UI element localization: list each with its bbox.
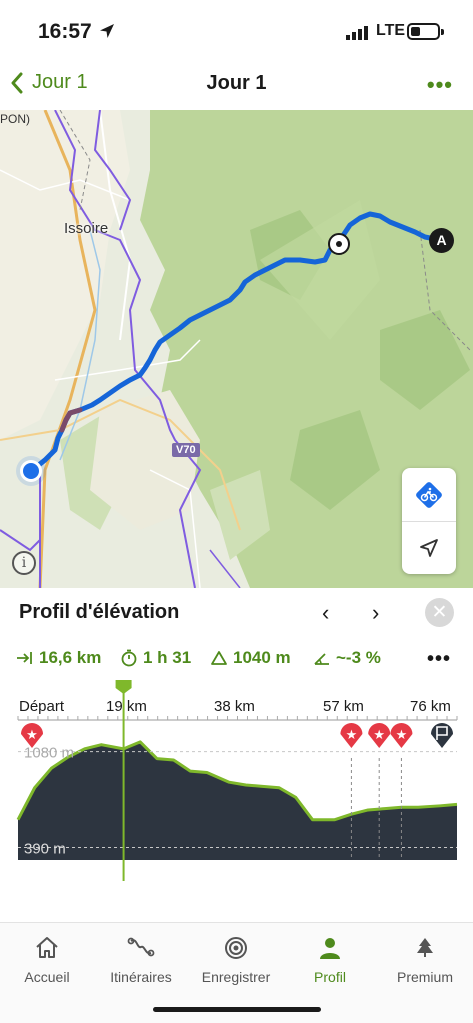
- bike-route-icon: [416, 481, 442, 508]
- map-controls: [402, 468, 456, 574]
- tab-label: Accueil: [24, 969, 70, 985]
- home-indicator: [153, 1007, 321, 1012]
- home-icon: [36, 937, 58, 958]
- poi-star-marker[interactable]: ★: [390, 723, 413, 748]
- profile-title: Profil d'élévation: [19, 601, 180, 623]
- map-label-town: Issoire: [64, 220, 109, 237]
- star-icon: ★: [26, 727, 38, 742]
- nav-bar: Jour 1 Jour 1 •••: [0, 60, 473, 110]
- status-time: 16:57: [38, 20, 92, 43]
- stopwatch-icon: [121, 649, 137, 667]
- bike-route-button[interactable]: [402, 468, 456, 521]
- status-bar: 16:57 LTE: [0, 0, 473, 60]
- record-icon: [225, 937, 247, 959]
- tab-enregistrer[interactable]: Enregistrer: [189, 933, 283, 985]
- navigation-arrow-icon: [420, 538, 438, 557]
- tab-label: Itinéraires: [110, 969, 172, 985]
- elevation-area: [18, 741, 457, 860]
- waypoint-marker[interactable]: [327, 232, 351, 256]
- battery-icon: [407, 23, 444, 40]
- next-button[interactable]: ›: [372, 600, 379, 626]
- tab-label: Profil: [314, 969, 346, 985]
- star-icon: ★: [396, 727, 408, 742]
- tab-label: Premium: [396, 969, 453, 985]
- page-title: Jour 1: [206, 72, 267, 94]
- current-location-dot: [16, 456, 46, 486]
- stat-duration-value: 1 h 31: [143, 648, 192, 667]
- stat-ascent: 1040 m: [210, 648, 291, 668]
- finish-flag-marker[interactable]: [431, 723, 453, 748]
- slope-icon: [314, 653, 329, 665]
- signal-icon: [346, 26, 368, 40]
- tab-label: Enregistrer: [201, 969, 271, 985]
- tab-itineraires[interactable]: Itinéraires: [94, 933, 188, 985]
- close-button[interactable]: ✕: [425, 598, 454, 627]
- poi-star-marker[interactable]: ★: [368, 723, 391, 748]
- premium-icon: [417, 938, 433, 957]
- map-label-top-left: PON): [0, 112, 30, 126]
- stat-ascent-value: 1040 m: [233, 648, 291, 667]
- route-icon: [127, 937, 155, 957]
- stat-distance: 16,6 km: [16, 648, 101, 668]
- profile-icon: [320, 938, 340, 959]
- previous-button[interactable]: ‹: [322, 600, 329, 626]
- map-view[interactable]: PON) Issoire V70 A i: [0, 110, 473, 588]
- tab-accueil[interactable]: Accueil: [0, 933, 94, 985]
- stat-distance-value: 16,6 km: [39, 648, 102, 667]
- locate-me-button[interactable]: [402, 521, 456, 574]
- tab-premium[interactable]: Premium: [378, 933, 472, 985]
- location-arrow-icon: [100, 24, 114, 38]
- y-axis-label: 390 m: [24, 840, 66, 857]
- road-badge: V70: [172, 443, 200, 457]
- stat-grade: ~-3 %: [313, 648, 381, 668]
- stats-more-button[interactable]: •••: [427, 648, 451, 671]
- stat-grade-value: ~-3 %: [336, 648, 381, 667]
- map-info-button[interactable]: i: [12, 551, 36, 575]
- tab-profil[interactable]: Profil: [283, 933, 377, 985]
- more-options-button[interactable]: •••: [427, 72, 453, 98]
- stats-row: 16,6 km 1 h 31 1040 m ~-3 % •••: [0, 648, 473, 674]
- elevation-profile-panel: Profil d'élévation ‹ › ✕ 16,6 km 1 h 31 …: [0, 588, 473, 922]
- star-icon: ★: [373, 727, 385, 742]
- star-icon: ★: [346, 727, 358, 742]
- distance-icon: [17, 652, 32, 664]
- position-cursor-handle: [115, 680, 132, 694]
- end-marker[interactable]: A: [429, 228, 454, 253]
- stat-duration: 1 h 31: [120, 648, 191, 668]
- elevation-chart[interactable]: 1080 m390 m★ ★ ★ ★: [0, 678, 473, 888]
- ascent-icon: [211, 651, 227, 665]
- network-label: LTE: [376, 22, 406, 39]
- poi-star-marker[interactable]: ★: [340, 723, 363, 748]
